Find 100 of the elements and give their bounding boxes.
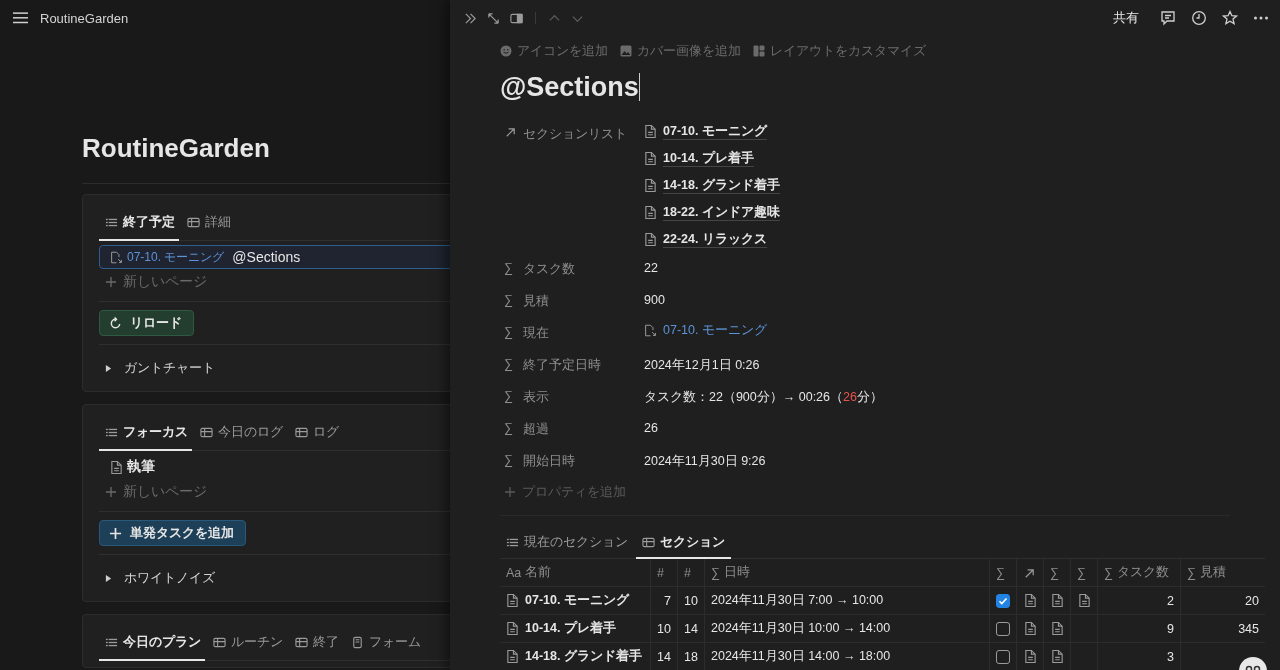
menu-icon[interactable] <box>13 11 28 25</box>
checkbox[interactable] <box>996 621 1010 636</box>
table-icon <box>295 425 308 439</box>
property-label[interactable]: ∑ 見積 <box>504 285 644 317</box>
table-icon <box>295 635 308 649</box>
column-header[interactable]: ∑ タスク数 <box>1097 559 1181 587</box>
page-action-button[interactable]: レイアウトをカスタマイズ <box>753 42 926 60</box>
page-icon <box>644 232 657 247</box>
property-value: 900 <box>644 292 665 307</box>
refresh-icon <box>109 316 122 330</box>
linked-page-icon <box>644 323 657 338</box>
view-tab[interactable]: ログ <box>289 413 343 451</box>
checkbox[interactable] <box>996 649 1010 664</box>
image-icon <box>620 45 632 57</box>
property-value: 22 <box>644 260 658 275</box>
property-value: 26 <box>644 420 658 435</box>
property-label[interactable]: ∑ 終了予定日時 <box>504 349 644 381</box>
column-header[interactable]: # <box>650 559 678 587</box>
property-label[interactable]: ∑ タスク数 <box>504 253 644 285</box>
plus-icon <box>105 276 117 288</box>
new-page-button[interactable]: 新しいページ <box>99 269 207 295</box>
column-header[interactable]: ∑ 日時 <box>704 559 990 587</box>
table-cell: 2024年11月30日 7:00 → 10:00 <box>711 593 884 607</box>
reload-button[interactable]: リロード <box>99 310 194 336</box>
view-tab[interactable]: セクション <box>636 526 731 559</box>
page-icon <box>1023 649 1037 664</box>
page-link[interactable]: 14-18. グランド着手 <box>663 177 780 194</box>
column-header[interactable]: Aa 名前 <box>500 559 651 587</box>
chevrons-icon[interactable] <box>464 11 477 25</box>
page-action-button[interactable]: アイコンを追加 <box>500 42 608 60</box>
row-title[interactable]: 10-14. プレ着手 <box>525 620 616 637</box>
view-tab[interactable]: 終了 <box>289 623 343 661</box>
smiley-icon <box>500 45 512 57</box>
expand-icon[interactable] <box>487 11 500 25</box>
page-icon <box>1050 621 1064 636</box>
page-icon <box>1077 593 1091 608</box>
property-value: 2024年11月30日 9:26 <box>644 453 766 470</box>
list-item[interactable]: 07-10. モーニング @Sections <box>99 245 450 269</box>
table-cell: 10 <box>684 593 698 608</box>
property-label[interactable]: ∑ 超過 <box>504 413 644 445</box>
table-cell: 2024年11月30日 14:00 → 18:00 <box>711 649 891 663</box>
view-tab[interactable]: フォーム <box>345 623 425 661</box>
table-cell: 3 <box>1167 649 1174 664</box>
table-cell: 9 <box>1167 621 1174 636</box>
page-icon <box>1023 621 1037 636</box>
view-tab[interactable]: 終了予定 <box>99 203 179 241</box>
property-label[interactable]: ∑ 開始日時 <box>504 445 644 477</box>
section-link[interactable]: 07-10. モーニング <box>127 248 225 266</box>
view-tab[interactable]: 詳細 <box>181 203 235 241</box>
column-header[interactable]: # <box>677 559 705 587</box>
clock-icon[interactable] <box>1191 10 1207 26</box>
comment-icon[interactable] <box>1160 10 1176 26</box>
page-link[interactable]: 22-24. リラックス <box>663 231 767 248</box>
view-tab[interactable]: 今日のログ <box>194 413 287 451</box>
triangle-icon <box>105 364 112 372</box>
plus-icon <box>109 526 122 540</box>
property-value: タスク数：22（900分）→ 00:26（26分） <box>644 389 883 406</box>
page-title[interactable]: @Sections <box>500 71 639 103</box>
column-header[interactable]: ∑ 見積 <box>1180 559 1265 587</box>
column-header[interactable]: ∑ <box>1070 559 1098 587</box>
page-icon <box>644 151 657 166</box>
page-icon <box>110 459 123 475</box>
panel-icon[interactable] <box>510 11 523 25</box>
view-tab[interactable]: 現在のセクション <box>500 526 634 559</box>
star-icon[interactable] <box>1222 10 1238 26</box>
page-icon <box>506 649 519 664</box>
view-tab[interactable]: ルーチン <box>207 623 287 661</box>
form-icon <box>351 635 364 649</box>
linked-page-icon <box>110 249 123 265</box>
property-label[interactable]: セクションリスト <box>504 118 644 253</box>
property-label[interactable]: ∑ 表示 <box>504 381 644 413</box>
row-title[interactable]: 14-18. グランド着手 <box>525 648 642 665</box>
toggle-block[interactable]: ガントチャート <box>99 351 221 385</box>
table-cell: 345 <box>1238 621 1259 636</box>
column-header[interactable] <box>1016 559 1044 587</box>
view-tab[interactable]: 今日のプラン <box>99 623 205 661</box>
view-tab[interactable]: フォーカス <box>99 413 192 451</box>
column-header[interactable]: ∑ <box>1043 559 1071 587</box>
property-label[interactable]: ∑ 現在 <box>504 317 644 349</box>
table-cell: 20 <box>1245 593 1259 608</box>
page-icon <box>1050 649 1064 664</box>
toggle-block[interactable]: ホワイトノイズ <box>99 561 221 595</box>
share-button[interactable]: 共有 <box>1113 9 1139 27</box>
new-page-button[interactable]: 新しいページ <box>99 479 207 505</box>
add-task-button[interactable]: 単発タスクを追加 <box>99 520 246 546</box>
page-link[interactable]: 18-22. インドア趣味 <box>663 204 780 221</box>
item-title: 執筆 <box>127 458 155 476</box>
checkbox[interactable] <box>996 593 1010 608</box>
page-link[interactable]: 07-10. モーニング <box>663 123 767 140</box>
list-item[interactable]: 執筆 <box>99 455 450 479</box>
table-cell: 10 <box>657 621 671 636</box>
section-link[interactable]: 07-10. モーニング <box>663 322 767 339</box>
page-link[interactable]: 10-14. プレ着手 <box>663 150 754 167</box>
page-action-button[interactable]: カバー画像を追加 <box>620 42 741 60</box>
property-value: 2024年12月1日 0:26 <box>644 357 760 374</box>
workspace-title[interactable]: RoutineGarden <box>40 10 129 26</box>
page-icon <box>644 124 657 139</box>
table-icon <box>187 215 200 229</box>
column-header[interactable]: ∑ <box>989 559 1017 587</box>
row-title[interactable]: 07-10. モーニング <box>525 592 629 609</box>
